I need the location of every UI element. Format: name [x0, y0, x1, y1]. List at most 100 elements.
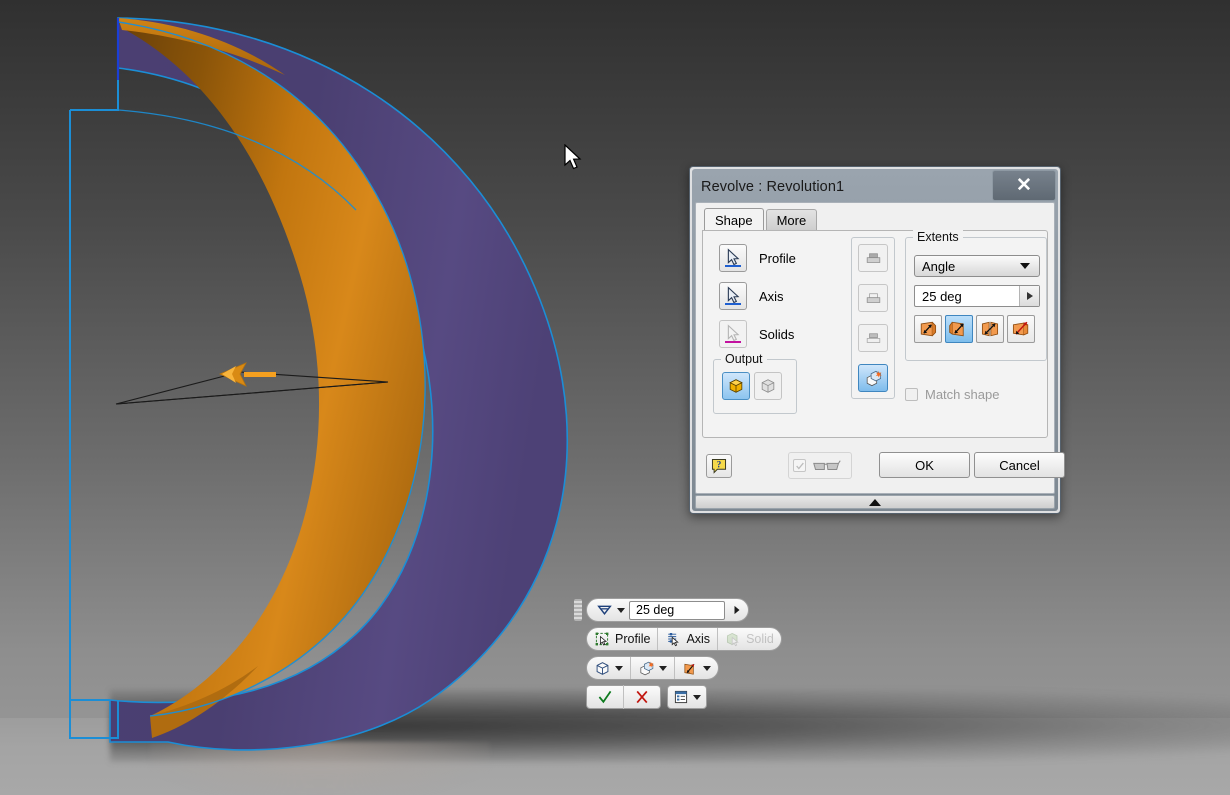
triangle-up-icon	[869, 498, 881, 506]
axis-selector-row[interactable]: Axis	[719, 282, 784, 310]
boolean-join-icon	[866, 252, 880, 263]
cut-button[interactable]	[858, 284, 888, 312]
help-button[interactable]: ?	[706, 454, 732, 478]
chevron-down-icon	[659, 665, 667, 671]
match-shape-row[interactable]: Match shape	[905, 387, 999, 402]
revolve-angle-icon	[597, 605, 612, 615]
mini-axis-button[interactable]: Axis	[658, 628, 719, 650]
mini-solid-button[interactable]: Solid	[718, 628, 781, 650]
tab-shape[interactable]: Shape	[704, 208, 764, 231]
drag-grip[interactable]	[574, 599, 582, 621]
revolve-mini-toolbar[interactable]: 25 deg Profile Axis Solid	[574, 598, 782, 714]
axis-select-icon	[668, 633, 680, 647]
arrow-right-icon	[734, 605, 740, 615]
help-icon: ?	[711, 458, 727, 474]
direction-1-button[interactable]	[914, 315, 942, 343]
glasses-icon	[813, 459, 841, 470]
solids-selector-row[interactable]: Solids	[719, 320, 794, 348]
mini-direction-dropdown[interactable]	[675, 657, 718, 679]
arrow-right-icon	[1026, 292, 1033, 300]
direction-flipped-icon	[949, 321, 964, 337]
boolean-intersect-icon	[866, 332, 880, 343]
join-button[interactable]	[858, 244, 888, 272]
new-solid-icon	[640, 660, 654, 675]
boolean-operations-group	[851, 237, 895, 399]
cursor-select-icon	[727, 248, 740, 266]
chevron-down-icon	[693, 694, 701, 700]
dialog-frame: Revolve : Revolution1 ✕ Shape More Profi…	[692, 169, 1065, 511]
confirm-button-group	[586, 685, 661, 709]
mini-toolbar-options-row	[586, 656, 782, 680]
cancel-button[interactable]: Cancel	[974, 452, 1065, 478]
solid-cube-icon	[729, 379, 743, 393]
extents-type-dropdown[interactable]: Angle	[914, 255, 1040, 277]
dialog-collapse-bar[interactable]	[695, 495, 1055, 509]
revolve-dialog[interactable]: Revolve : Revolution1 ✕ Shape More Profi…	[689, 166, 1065, 514]
output-solid-button[interactable]	[722, 372, 750, 400]
chevron-down-icon	[1020, 263, 1030, 269]
chevron-down-icon	[615, 665, 623, 671]
selection-button-group: Profile Axis Solid	[586, 627, 782, 651]
mini-toolbar-selection-row: Profile Axis Solid	[586, 627, 782, 651]
mini-options-dropdown[interactable]	[668, 686, 706, 708]
angle-dropdown-button[interactable]	[1019, 286, 1039, 306]
check-icon	[598, 690, 612, 704]
revolve-type-dropdown[interactable]	[590, 599, 629, 621]
mini-output-dropdown[interactable]	[587, 657, 631, 679]
output-surface-button[interactable]	[754, 372, 782, 400]
mini-axis-label: Axis	[686, 632, 711, 646]
extents-group-title: Extents	[913, 230, 963, 244]
ok-button[interactable]: OK	[879, 452, 970, 478]
mini-toolbar-confirm-row	[586, 685, 782, 709]
angle-value: 25 deg	[922, 288, 962, 304]
chevron-down-icon	[617, 607, 625, 613]
accept-button[interactable]	[587, 685, 624, 709]
close-icon[interactable]: ✕	[992, 170, 1056, 201]
mini-angle-input[interactable]: 25 deg	[629, 600, 725, 620]
solids-select-button[interactable]	[719, 320, 747, 348]
mini-angle-more-button[interactable]	[729, 600, 745, 621]
mini-profile-button[interactable]: Profile	[587, 628, 659, 650]
direction-asymmetric-icon	[1012, 321, 1029, 336]
profile-selector-row[interactable]: Profile	[719, 244, 796, 272]
options-list-icon	[674, 690, 688, 704]
shape-tab-panel: Profile Axis Solids Output Extents Angle…	[702, 230, 1048, 438]
mini-toolbar-angle-row: 25 deg	[574, 598, 782, 622]
new-solid-button[interactable]	[858, 364, 888, 392]
direction-symmetric-icon	[981, 321, 999, 337]
dialog-title: Revolve : Revolution1	[701, 179, 845, 195]
direction-2-button[interactable]	[945, 315, 973, 343]
mouse-pointer	[564, 144, 582, 170]
direction-normal-icon	[920, 321, 937, 337]
surface-cube-icon	[761, 379, 775, 393]
preview-toggle-group[interactable]	[788, 452, 852, 479]
cursor-select-icon	[727, 324, 740, 342]
angle-input[interactable]: 25 deg	[914, 285, 1040, 307]
direction-flip-icon	[684, 663, 695, 675]
option-button-group	[586, 656, 719, 680]
intersect-button[interactable]	[858, 324, 888, 352]
profile-select-button[interactable]	[719, 244, 747, 272]
match-shape-checkbox[interactable]	[905, 388, 918, 401]
boolean-cut-icon	[866, 292, 880, 303]
check-icon	[795, 462, 804, 470]
new-solid-icon	[866, 370, 882, 386]
axis-select-button[interactable]	[719, 282, 747, 310]
svg-text:?: ?	[717, 460, 722, 470]
match-shape-label: Match shape	[925, 387, 1000, 402]
direction-asymmetric-button[interactable]	[1007, 315, 1035, 343]
angle-control-group: 25 deg	[586, 598, 749, 622]
mini-solid-label: Solid	[746, 632, 774, 646]
tab-more[interactable]: More	[765, 209, 818, 231]
extents-type-value: Angle	[922, 258, 956, 274]
solid-select-icon	[727, 632, 739, 647]
direction-button-group	[914, 315, 1035, 343]
dialog-title-bar[interactable]: Revolve : Revolution1 ✕	[692, 169, 1058, 205]
chevron-down-icon	[703, 665, 711, 671]
mini-profile-label: Profile	[615, 632, 651, 646]
cancel-button[interactable]	[624, 685, 660, 709]
direction-symmetric-button[interactable]	[976, 315, 1004, 343]
preview-checkbox[interactable]	[793, 459, 806, 472]
axis-label: Axis	[759, 288, 784, 304]
mini-boolean-dropdown[interactable]	[631, 657, 675, 679]
